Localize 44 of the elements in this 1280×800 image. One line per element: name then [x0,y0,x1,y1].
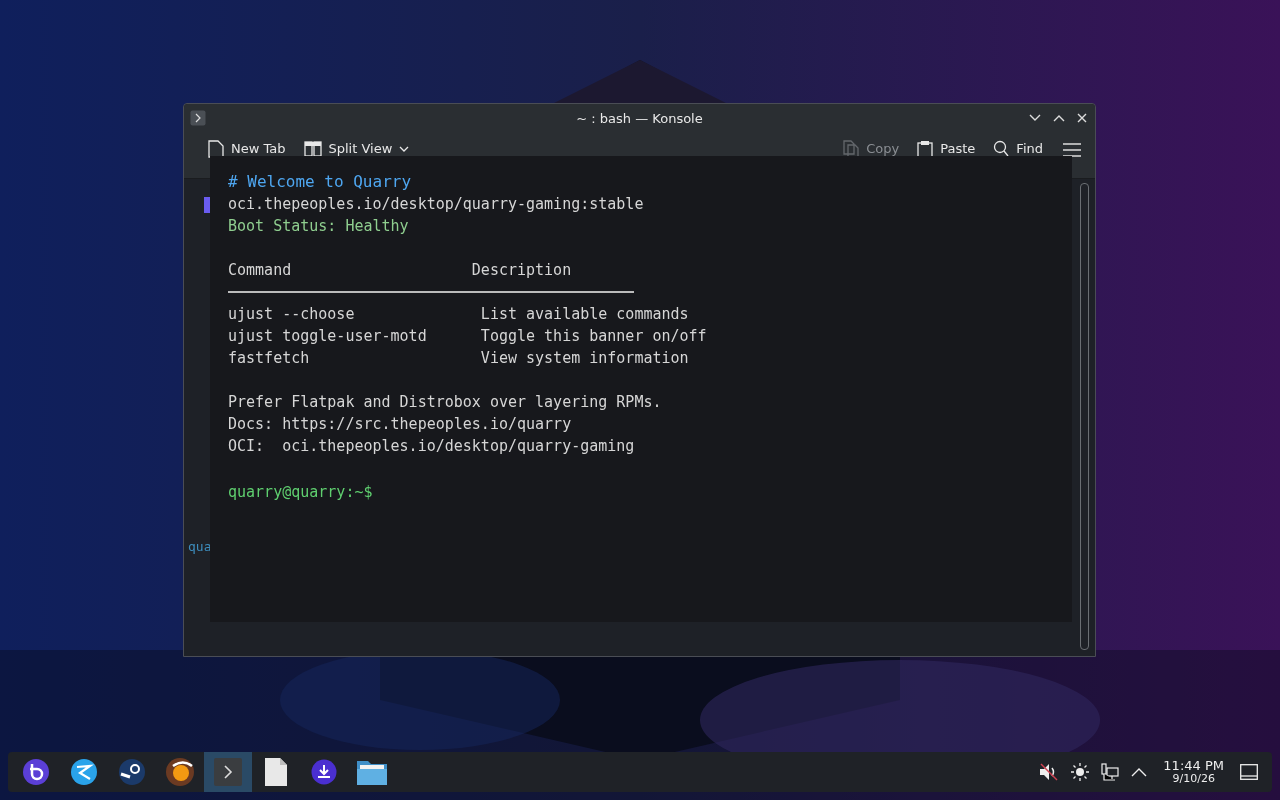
clock-date[interactable]: 9/10/26 [1172,772,1215,785]
terminal-icon [190,110,206,126]
bird-app-icon [70,758,98,786]
clock-time[interactable]: 11:44 PM [1163,759,1224,772]
terminal-line: OCI: oci.thepeoples.io/desktop/quarry-gaming [228,436,636,457]
terminal-heading: # Welcome to Quarry [228,171,413,193]
launcher-icon [22,758,50,786]
expand-tray-icon[interactable] [1131,767,1148,777]
terminal-icon [214,758,242,786]
description-text: Toggle this banner on/off [480,326,707,347]
toolbar-button[interactable]: Find [987,137,1049,160]
split-view-icon [303,140,322,157]
minimize-icon[interactable] [1029,114,1041,122]
scrollbar[interactable] [1080,183,1089,650]
command-text: fastfetch [228,348,311,369]
cursor-mark [204,197,210,213]
brightness-icon[interactable] [1071,763,1090,781]
ball-logo-icon [165,757,195,787]
document-icon [264,758,288,786]
status-line: Boot Status: Healthy [228,216,410,237]
terminal-line: oci.thepeoples.io/desktop/quarry-gaming:stable [228,194,645,215]
column-header: Command [228,260,293,281]
menu-icon[interactable] [1063,143,1081,157]
background-text: qua [188,539,213,554]
close-icon[interactable] [1077,113,1087,123]
column-header: Description [471,260,572,281]
download-icon [311,759,337,785]
maximize-icon[interactable] [1053,114,1065,122]
show-desktop-icon[interactable] [1240,764,1258,780]
shell-prompt: quarry@quarry:~$ [228,482,374,503]
description-text: View system information [480,348,689,369]
toolbar-button[interactable]: Split View [297,138,416,159]
description-text: List available commands [480,304,689,325]
search-icon [993,139,1010,158]
caret-icon [399,145,410,152]
command-text: ujust toggle-user-motd [228,326,428,347]
network-icon[interactable] [1101,763,1120,781]
terminal-line: Docs: https://src.thepeoples.io/quarry [228,414,573,435]
muted-speaker-icon[interactable] [1039,763,1060,781]
terminal-line: Prefer Flatpak and Distrobox over layering RPMs. [228,392,663,413]
folder-icon [357,759,387,785]
command-text: ujust --choose [228,304,356,325]
window-title: ~ : bash — Konsole [576,110,703,126]
copy-icon [843,139,860,158]
